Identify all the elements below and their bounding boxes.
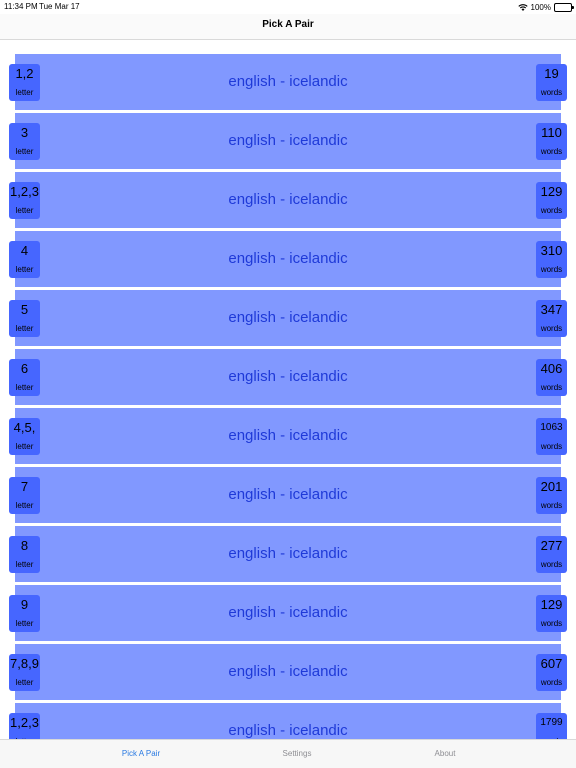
word-unit: words [540, 383, 563, 392]
word-count: 19 [544, 66, 559, 81]
pair-label: english - icelandic [228, 368, 348, 385]
word-badge: 19 words [536, 64, 567, 101]
list-item[interactable]: 9 letter english - icelandic 129 words [9, 585, 567, 641]
pair-label: english - icelandic [228, 73, 348, 90]
word-unit: words [540, 265, 563, 274]
list-item[interactable]: 7,8,9 letter english - icelandic 607 words [9, 644, 567, 700]
list-item[interactable]: 8 letter english - icelandic 277 words [9, 526, 567, 582]
word-badge: 347 words [536, 300, 567, 337]
word-badge: 201 words [536, 477, 567, 514]
word-count: 1063 [540, 422, 563, 433]
word-count: 110 [541, 125, 562, 140]
list-item[interactable]: 1,2 letter english - icelandic 19 words [9, 54, 567, 110]
pair-label: english - icelandic [228, 250, 348, 267]
battery-icon [554, 2, 574, 12]
word-badge: 1799words [536, 713, 567, 739]
word-badge: 406 words [536, 359, 567, 396]
status-date: Tue Mar 17 [39, 2, 80, 11]
word-badge: 129 words [536, 182, 567, 219]
list-item[interactable]: 4,5, letter english - icelandic 1063 words [9, 408, 567, 464]
list-item[interactable]: 3 letter english - icelandic 110 words [9, 113, 567, 169]
word-count: 347 [540, 302, 563, 317]
word-badge: 1063 words [536, 418, 567, 455]
word-badge: 110 words [536, 123, 567, 160]
word-count: 1799 [540, 717, 563, 728]
list-item[interactable]: 1,2,3letter english - icelandic 1799word… [9, 703, 567, 739]
pair-label: english - icelandic [228, 722, 348, 739]
word-unit: words [540, 442, 563, 451]
word-badge: 310 words [536, 241, 567, 278]
pair-label: english - icelandic [228, 545, 348, 562]
word-unit: words [540, 678, 563, 687]
word-unit: words [540, 206, 563, 215]
word-badge: 129 words [536, 595, 567, 632]
list-item[interactable]: 5 letter english - icelandic 347 words [9, 290, 567, 346]
list-item[interactable]: 4 letter english - icelandic 310 words [9, 231, 567, 287]
list-item[interactable]: 1,2,3 letter english - icelandic 129 words [9, 172, 567, 228]
pair-label: english - icelandic [228, 191, 348, 208]
page-title: Pick A Pair [262, 19, 314, 30]
word-count: 277 [540, 538, 563, 553]
word-count: 201 [540, 479, 563, 494]
battery-percent: 100% [530, 2, 551, 12]
tab-bar: Pick A Pair Settings About [0, 739, 576, 768]
list-item[interactable]: 6 letter english - icelandic 406 words [9, 349, 567, 405]
word-badge: 607 words [536, 654, 567, 691]
word-count: 310 [540, 243, 563, 258]
word-count: 129 [540, 597, 563, 612]
word-unit: words [540, 560, 563, 569]
word-count: 129 [540, 184, 563, 199]
pair-label: english - icelandic [228, 132, 348, 149]
tab-about[interactable]: About [405, 749, 485, 758]
pair-label: english - icelandic [228, 604, 348, 621]
word-count: 406 [540, 361, 563, 376]
word-badge: 277 words [536, 536, 567, 573]
word-count: 607 [540, 656, 563, 671]
pair-label: english - icelandic [228, 663, 348, 680]
tab-pick-a-pair[interactable]: Pick A Pair [101, 749, 181, 758]
wifi-icon [517, 3, 528, 11]
status-right: 100% [517, 1, 574, 13]
pair-label: english - icelandic [228, 427, 348, 444]
word-unit: words [540, 501, 563, 510]
pair-label: english - icelandic [228, 309, 348, 326]
word-unit: words [540, 324, 563, 333]
status-bar: 11:34 PM Tue Mar 17 100% [0, 0, 576, 14]
list-item[interactable]: 7 letter english - icelandic 201 words [9, 467, 567, 523]
pair-label: english - icelandic [228, 486, 348, 503]
tab-settings[interactable]: Settings [257, 749, 337, 758]
navigation-bar: Pick A Pair [0, 14, 576, 40]
word-unit: words [540, 619, 563, 628]
word-unit: words [540, 147, 563, 156]
status-time: 11:34 PM [4, 2, 38, 11]
pair-list[interactable]: 1,2 letter english - icelandic 19 words 3l… [0, 41, 576, 739]
word-unit: words [540, 88, 563, 97]
